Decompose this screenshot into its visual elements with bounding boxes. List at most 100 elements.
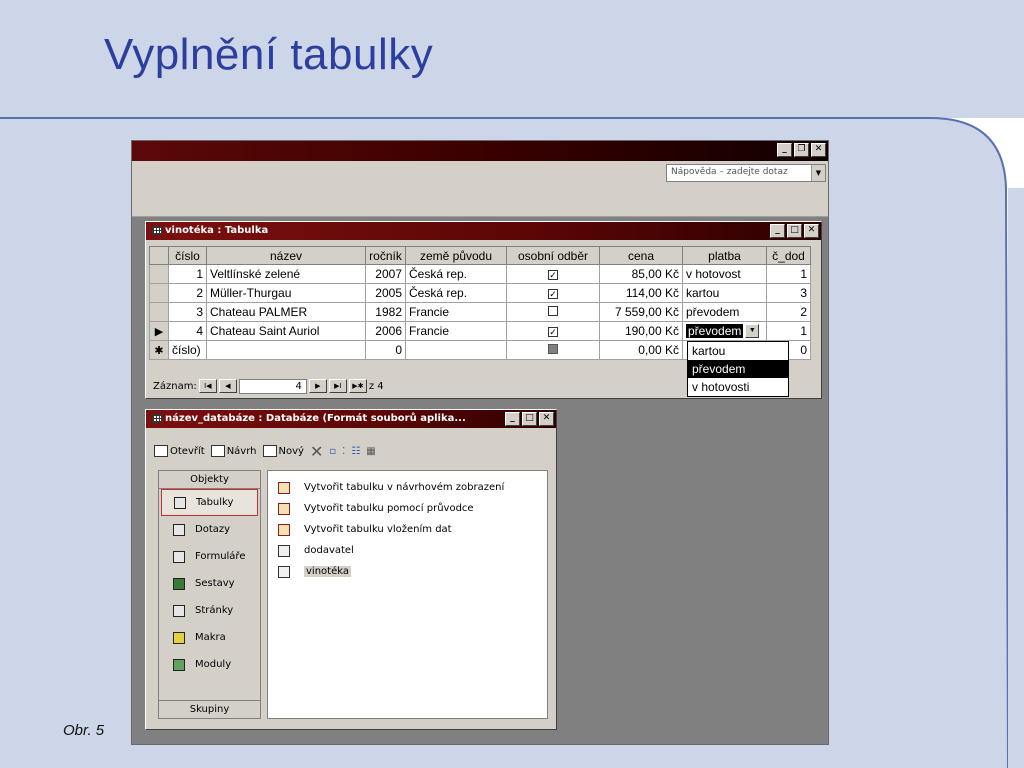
cell-platba-combo[interactable]: převodem ▼ <box>682 321 767 341</box>
row-selector[interactable] <box>149 264 169 284</box>
list-item[interactable]: Vytvořit tabulku v návrhovém zobrazení <box>268 477 547 498</box>
cell-nazev[interactable]: Müller-Thurgau <box>206 283 366 303</box>
groups-footer[interactable]: Skupiny <box>159 700 260 718</box>
close-button[interactable]: ✕ <box>539 412 554 426</box>
objects-header[interactable]: Objekty <box>159 471 260 489</box>
cell-odber[interactable]: ✓ <box>506 283 600 303</box>
object-reports[interactable]: Sestavy <box>159 570 260 597</box>
chevron-down-icon[interactable]: ▼ <box>745 324 760 339</box>
cell-cena[interactable]: 7 559,00 Kč <box>599 302 683 322</box>
help-search-input[interactable]: Nápověda – zadejte dotaz ▼ <box>666 164 826 182</box>
cell-cena[interactable]: 85,00 Kč <box>599 264 683 284</box>
cell-rocnik[interactable]: 2006 <box>365 321 406 341</box>
cell-nazev[interactable]: Chateau Saint Auriol <box>206 321 366 341</box>
cell-rocnik[interactable]: 1982 <box>365 302 406 322</box>
cell-cena[interactable]: 190,00 Kč <box>599 321 683 341</box>
column-header[interactable]: cena <box>599 246 683 265</box>
cell-platba[interactable]: převodem <box>682 302 767 322</box>
design-button[interactable]: Návrh <box>210 445 257 457</box>
column-header[interactable]: č_dod <box>766 246 811 265</box>
cell-rocnik[interactable]: 2007 <box>365 264 406 284</box>
maximize-button[interactable]: □ <box>522 412 537 426</box>
chevron-down-icon[interactable]: ▼ <box>811 165 825 181</box>
object-queries[interactable]: Dotazy <box>159 516 260 543</box>
cell-nazev[interactable]: Veltlínské zelené <box>206 264 366 284</box>
object-modules[interactable]: Moduly <box>159 651 260 678</box>
cell-cislo[interactable]: číslo) <box>168 340 207 360</box>
new-record-asterisk-icon[interactable]: ✱ <box>149 340 169 360</box>
cell-dod[interactable]: 3 <box>766 283 811 303</box>
cell-platba[interactable]: kartou <box>682 283 767 303</box>
cell-odber[interactable] <box>506 302 600 322</box>
prev-record-button[interactable]: ◀ <box>218 379 237 393</box>
restore-button[interactable]: ❐ <box>794 143 809 157</box>
current-record-arrow-icon[interactable]: ▶ <box>149 321 169 341</box>
first-record-button[interactable]: I◀ <box>198 379 217 393</box>
column-header[interactable]: země původu <box>405 246 507 265</box>
list-icon[interactable]: ☷ <box>351 446 360 457</box>
cell-zeme[interactable]: Česká rep. <box>405 283 507 303</box>
table-row-current[interactable]: ▶ 4 Chateau Saint Auriol 2006 Francie ✓ … <box>149 321 811 341</box>
list-item[interactable]: Vytvořit tabulku pomocí průvodce <box>268 498 547 519</box>
cell-rocnik[interactable]: 0 <box>365 340 406 360</box>
checkbox-checked[interactable]: ✓ <box>548 270 558 280</box>
cell-cislo[interactable]: 2 <box>168 283 207 303</box>
list-item-selected[interactable]: vinotéka <box>268 561 547 582</box>
large-icons-icon[interactable]: ▫ <box>329 446 336 457</box>
dropdown-option-selected[interactable]: převodem <box>688 360 788 378</box>
minimize-button[interactable]: _ <box>505 412 520 426</box>
list-item[interactable]: Vytvořit tabulku vložením dat <box>268 519 547 540</box>
cell-zeme[interactable]: Česká rep. <box>405 264 507 284</box>
checkbox-unchecked[interactable] <box>548 306 558 316</box>
checkbox-checked[interactable]: ✓ <box>548 289 558 299</box>
cell-odber[interactable] <box>506 340 600 360</box>
object-pages[interactable]: Stránky <box>159 597 260 624</box>
close-button[interactable]: ✕ <box>804 224 819 238</box>
cell-cena[interactable]: 0,00 Kč <box>599 340 683 360</box>
cell-nazev[interactable]: Chateau PALMER <box>206 302 366 322</box>
close-button[interactable]: ✕ <box>811 143 826 157</box>
row-selector[interactable] <box>149 283 169 303</box>
cell-cislo[interactable]: 4 <box>168 321 207 341</box>
column-header[interactable]: název <box>206 246 366 265</box>
checkbox-indeterminate[interactable] <box>548 344 558 354</box>
cell-cislo[interactable]: 1 <box>168 264 207 284</box>
table-row[interactable]: 3 Chateau PALMER 1982 Francie 7 559,00 K… <box>149 302 811 322</box>
dropdown-option[interactable]: kartou <box>688 342 788 360</box>
object-forms[interactable]: Formuláře <box>159 543 260 570</box>
table-row[interactable]: 2 Müller-Thurgau 2005 Česká rep. ✓ 114,0… <box>149 283 811 303</box>
cell-zeme[interactable]: Francie <box>405 321 507 341</box>
column-header[interactable]: ročník <box>365 246 406 265</box>
maximize-button[interactable]: □ <box>787 224 802 238</box>
details-icon[interactable]: ▦ <box>366 446 375 457</box>
column-header[interactable]: číslo <box>168 246 207 265</box>
record-number-input[interactable]: 4 <box>238 378 307 394</box>
cell-cislo[interactable]: 3 <box>168 302 207 322</box>
selector-header[interactable] <box>149 246 169 265</box>
cell-odber[interactable]: ✓ <box>506 321 600 341</box>
next-record-button[interactable]: ▶ <box>308 379 327 393</box>
small-icons-icon[interactable]: ⁚ <box>342 446 345 457</box>
new-record-button[interactable]: ▶✱ <box>348 379 367 393</box>
list-item[interactable]: dodavatel <box>268 540 547 561</box>
cell-zeme[interactable] <box>405 340 507 360</box>
cell-odber[interactable]: ✓ <box>506 264 600 284</box>
object-macros[interactable]: Makra <box>159 624 260 651</box>
open-button[interactable]: Otevřít <box>154 445 205 457</box>
row-selector[interactable] <box>149 302 169 322</box>
cell-dod[interactable]: 1 <box>766 264 811 284</box>
dropdown-option[interactable]: v hotovosti <box>688 378 788 396</box>
column-header[interactable]: osobní odběr <box>506 246 600 265</box>
minimize-button[interactable]: _ <box>770 224 785 238</box>
new-button[interactable]: Nový <box>262 445 304 457</box>
cell-zeme[interactable]: Francie <box>405 302 507 322</box>
table-row[interactable]: 1 Veltlínské zelené 2007 Česká rep. ✓ 85… <box>149 264 811 284</box>
cell-cena[interactable]: 114,00 Kč <box>599 283 683 303</box>
cell-dod[interactable]: 2 <box>766 302 811 322</box>
object-tables[interactable]: Tabulky <box>161 489 258 516</box>
combo-value[interactable]: převodem <box>686 323 744 338</box>
column-header[interactable]: platba <box>682 246 767 265</box>
cell-nazev[interactable] <box>206 340 366 360</box>
minimize-button[interactable]: _ <box>777 143 792 157</box>
delete-icon[interactable]: ✕ <box>310 442 323 461</box>
